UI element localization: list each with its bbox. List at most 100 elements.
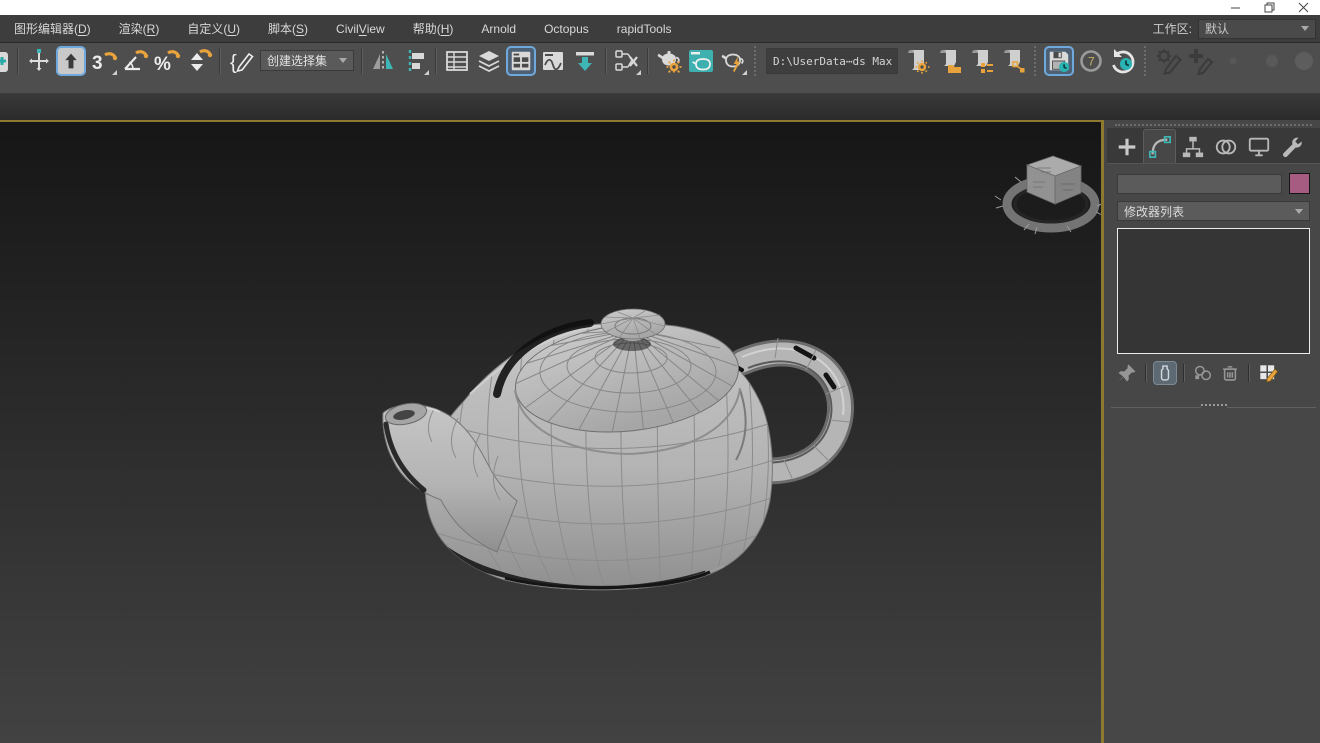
project-settings-button[interactable]	[902, 46, 932, 76]
scroll-nodes-icon	[999, 47, 1027, 75]
edit-named-selection-sets-button[interactable]: {	[226, 46, 256, 76]
project-structure-button[interactable]	[966, 46, 996, 76]
tab-create[interactable]	[1110, 131, 1143, 163]
faded-dot-large	[1289, 46, 1319, 76]
chevron-down-icon	[339, 58, 347, 63]
scene-explorer-icon	[444, 48, 470, 74]
percent-snap-toggle-button[interactable]: %	[152, 46, 182, 76]
tab-hierarchy[interactable]	[1176, 131, 1209, 163]
faded-dot-medium	[1257, 46, 1287, 76]
material-editor-button[interactable]	[612, 46, 642, 76]
object-color-swatch[interactable]	[1289, 173, 1310, 194]
open-project-folder-button[interactable]	[934, 46, 964, 76]
configure-modifier-sets-button[interactable]	[1256, 361, 1280, 385]
command-panel-tabs	[1107, 128, 1320, 164]
snaps-toggle-button[interactable]: 3	[88, 46, 118, 76]
viewcube-cube[interactable]	[1027, 156, 1081, 204]
render-setup-teapot-gear-icon	[655, 47, 683, 75]
perspective-viewport[interactable]	[0, 120, 1104, 743]
menu-bar: 图形编辑器(D) 渲染(R) 自定义(U) 脚本(S) Civil View 帮…	[0, 15, 1320, 43]
svg-text:%: %	[154, 54, 171, 75]
menu-octopus[interactable]: Octopus	[530, 15, 603, 42]
teapot-object[interactable]	[0, 122, 1101, 743]
object-name-row	[1117, 173, 1310, 194]
menu-rendering[interactable]: 渲染(R)	[105, 15, 174, 42]
motion-circles-icon	[1214, 135, 1238, 159]
project-folder-dropdown[interactable]: D:\UserData⋯ds Max 2023	[766, 48, 898, 74]
move-cross-icon	[27, 49, 51, 73]
tab-utilities[interactable]	[1275, 131, 1308, 163]
curve-editor-button[interactable]	[538, 46, 568, 76]
command-panel: 修改器列表	[1107, 120, 1320, 743]
menu-civil-view[interactable]: Civil View	[322, 15, 399, 42]
show-end-result-icon	[1156, 364, 1174, 382]
scene-explorer-button[interactable]	[442, 46, 472, 76]
gear-brush-icon	[1155, 47, 1183, 75]
window-titlebar	[0, 0, 1320, 15]
make-unique-icon	[1193, 363, 1213, 383]
add-brush-button-disabled	[1186, 46, 1216, 76]
modify-bezier-icon	[1148, 135, 1172, 159]
menu-customize[interactable]: 自定义(U)	[173, 15, 254, 42]
configure-brush-button-disabled	[1154, 46, 1184, 76]
project-nodes-button[interactable]	[998, 46, 1028, 76]
remove-modifier-button[interactable]	[1218, 361, 1242, 385]
menu-scripting[interactable]: 脚本(S)	[254, 15, 322, 42]
svg-text:7: 7	[1088, 55, 1095, 69]
spinner-snap-toggle-button[interactable]	[184, 46, 214, 76]
angle-snap-toggle-button[interactable]	[120, 46, 150, 76]
selection-region-button[interactable]	[0, 46, 13, 76]
close-button[interactable]	[1286, 0, 1320, 15]
restore-icon	[1264, 2, 1275, 13]
named-selection-set-dropdown[interactable]: 创建选择集	[260, 50, 354, 71]
rendered-frame-icon	[687, 47, 715, 75]
version-badge-button[interactable]: 7	[1076, 46, 1106, 76]
select-and-manipulate-button[interactable]	[24, 46, 54, 76]
menu-rapidtools[interactable]: rapidTools	[603, 15, 686, 42]
minimize-button[interactable]	[1218, 0, 1252, 15]
plus-brush-icon	[1187, 47, 1215, 75]
layer-explorer-button[interactable]	[474, 46, 504, 76]
chevron-down-icon	[1301, 26, 1309, 31]
circle-seven-icon: 7	[1078, 48, 1104, 74]
tab-display[interactable]	[1242, 131, 1275, 163]
select-arrow-icon	[62, 52, 80, 70]
menu-arnold[interactable]: Arnold	[467, 15, 530, 42]
tab-modify[interactable]	[1143, 129, 1176, 163]
show-end-result-button[interactable]	[1153, 361, 1177, 385]
render-production-button[interactable]	[718, 46, 748, 76]
restore-button[interactable]	[1252, 0, 1286, 15]
align-button[interactable]	[400, 46, 430, 76]
select-object-button[interactable]	[56, 46, 86, 76]
modifier-stack-list[interactable]	[1117, 228, 1310, 354]
modifier-list-dropdown[interactable]: 修改器列表	[1117, 201, 1310, 221]
menu-help[interactable]: 帮助(H)	[399, 15, 468, 42]
panel-drag-handle[interactable]	[1115, 124, 1312, 126]
pin-stack-button[interactable]	[1115, 361, 1139, 385]
close-icon	[1298, 2, 1309, 13]
save-clock-icon	[1047, 49, 1071, 73]
toggle-ribbon-button[interactable]	[506, 46, 536, 76]
workspace-dropdown[interactable]: 默认	[1198, 19, 1316, 39]
ribbon-collapsed-strip[interactable]	[0, 93, 1320, 120]
autobackup-save-button[interactable]	[1044, 46, 1074, 76]
restore-autobackup-button[interactable]	[1108, 46, 1138, 76]
viewcube[interactable]	[993, 144, 1104, 242]
undo-clock-icon	[1109, 47, 1137, 75]
render-setup-button[interactable]	[654, 46, 684, 76]
spinner-snap-icon	[185, 47, 213, 75]
selection-region-icon	[0, 48, 13, 76]
schematic-view-button[interactable]	[570, 46, 600, 76]
tab-motion[interactable]	[1209, 131, 1242, 163]
create-plus-icon	[1115, 135, 1139, 159]
svg-text:{: {	[230, 52, 237, 74]
object-name-field[interactable]	[1117, 174, 1282, 194]
rollout-grip[interactable]	[1201, 404, 1227, 409]
rendered-frame-window-button[interactable]	[686, 46, 716, 76]
ribbon-window-icon	[509, 49, 533, 73]
mirror-button[interactable]	[368, 46, 398, 76]
pin-icon	[1117, 363, 1137, 383]
menu-graph-editors[interactable]: 图形编辑器(D)	[0, 15, 105, 42]
make-unique-button[interactable]	[1191, 361, 1215, 385]
rollout-divider[interactable]	[1111, 407, 1316, 408]
